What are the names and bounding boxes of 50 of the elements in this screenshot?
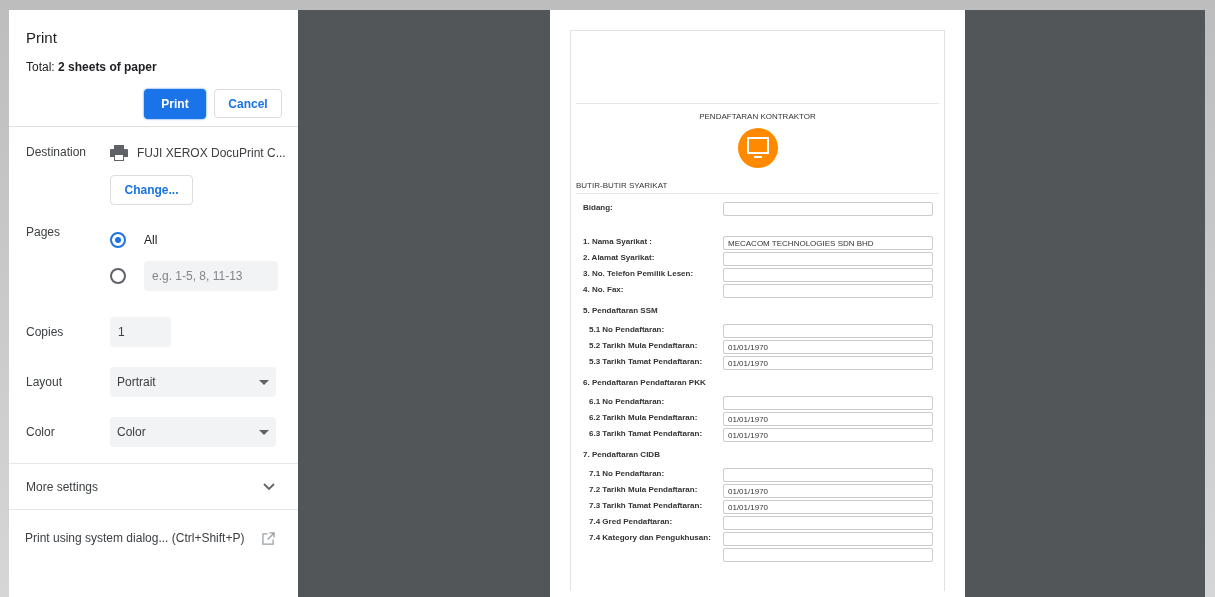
external-link-icon	[262, 531, 275, 545]
setting-label: Color	[26, 425, 56, 439]
cancel-button[interactable]: Cancel	[214, 89, 282, 118]
form-section-label: 7. Pendaftaran CIDB	[583, 450, 661, 461]
printer-icon	[110, 145, 128, 161]
form-label: 5.3 Tarikh Tamat Pendaftaran:	[588, 356, 704, 366]
form-label: 4. No. Fax:	[583, 284, 625, 294]
form-label: 7.2 Tarikh Mula Pendaftaran:	[588, 484, 699, 494]
form-label: 7.3 Tarikh Tamat Pendaftaran:	[588, 500, 704, 510]
monitor-icon	[736, 127, 779, 169]
setting-label: Pages	[26, 225, 62, 239]
form-section-label: 5. Pendaftaran SSM	[583, 306, 659, 317]
form-field: 01/01/1970	[723, 428, 933, 442]
page-range-field[interactable]: e.g. 1-5, 8, 11-13	[144, 261, 278, 291]
form-label: 6.3 Tarikh Tamat Pendaftaran:	[588, 428, 704, 438]
form-label: 5.1 No Pendaftaran:	[588, 324, 666, 334]
form-label: 5.2 Tarikh Mula Pendaftaran:	[588, 340, 699, 350]
print-button[interactable]: Print	[144, 89, 206, 119]
form-label: 6.2 Tarikh Mula Pendaftaran:	[588, 412, 699, 422]
radio-button[interactable]	[110, 268, 126, 284]
color-dropdown[interactable]: Color	[110, 417, 276, 447]
form-field: 01/01/1970	[723, 356, 933, 370]
sheet-total: Total: 2 sheets of paper	[26, 60, 158, 74]
form-label: 7.1 No Pendaftaran:	[588, 468, 666, 478]
dialog-title: Print	[26, 29, 58, 46]
section-heading: BUTIR-BUTIR SYARIKAT	[576, 181, 939, 194]
form-label: 2. Alamat Syarikat:	[583, 252, 656, 262]
form-field: 01/01/1970	[723, 484, 933, 498]
setting-label: Layout	[26, 375, 64, 389]
form-label: 6.1 No Pendaftaran:	[588, 396, 666, 406]
form-field: 01/01/1970	[723, 340, 933, 354]
form-label: 3. No. Telefon Pemilik Lesen:	[583, 268, 695, 278]
printer-name: FUJI XEROX DocuPrint C...	[137, 146, 286, 160]
form-field: 01/01/1970	[723, 412, 933, 426]
copies-field[interactable]: 1	[110, 317, 171, 347]
form-label: 1. Nama Syarikat :	[583, 236, 653, 246]
form-section-label: 6. Pendaftaran Pendaftaran PKK	[583, 378, 707, 389]
option-label: All	[144, 233, 158, 247]
radio-button[interactable]	[110, 232, 126, 248]
setting-label: Destination	[26, 145, 88, 159]
form-label: Bidang:	[583, 202, 614, 212]
form-field: 01/01/1970	[723, 500, 933, 514]
setting-label: Copies	[26, 325, 65, 339]
layout-dropdown[interactable]: Portrait	[110, 367, 276, 397]
form-title: PENDAFTARAN KONTRAKTOR	[699, 112, 816, 121]
form-field: MECACOM TECHNOLOGIES SDN BHD	[723, 236, 933, 250]
form-label: 7.4 Gred Pendaftaran:	[588, 516, 674, 526]
system-dialog-link[interactable]: Print using system dialog... (Ctrl+Shift+P)	[25, 531, 245, 545]
form-label: 7.4 Kategory dan Pengukhusan:	[588, 532, 712, 542]
change-button[interactable]: Change...	[110, 175, 193, 205]
